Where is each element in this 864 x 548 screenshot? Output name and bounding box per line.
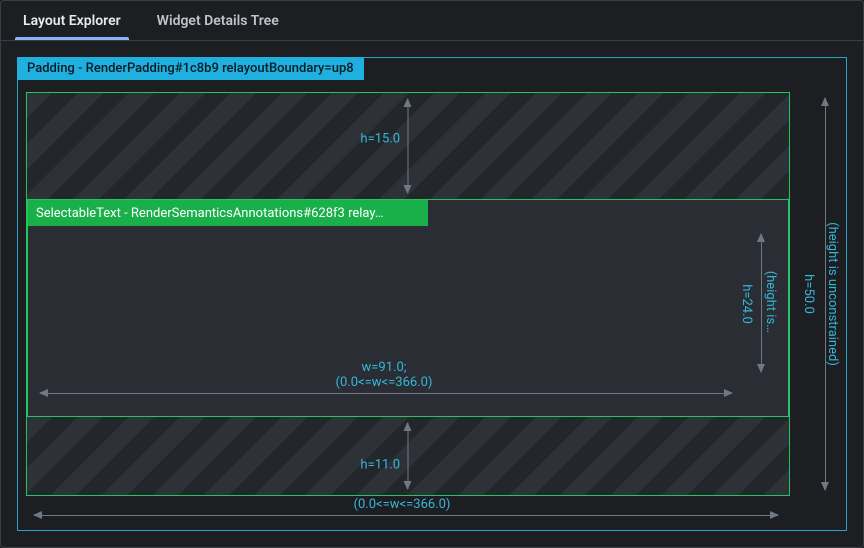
padding-frame[interactable]: h=15.0 h=11.0 SelectableText - RenderSem…	[26, 92, 790, 496]
padding-bottom-label: h=11.0	[360, 458, 400, 473]
outer-height-constraint: (height is unconstrained)	[825, 222, 840, 366]
child-width-label: w=91.0; (0.0<=w<=366.0)	[28, 360, 740, 390]
child-height-label: h=24.0	[739, 284, 754, 324]
child-height-arrow	[761, 234, 762, 372]
tab-layout-explorer[interactable]: Layout Explorer	[5, 1, 139, 40]
outer-render-box[interactable]: Padding - RenderPadding#1c8b9 relayoutBo…	[17, 57, 847, 531]
tab-widget-details-tree[interactable]: Widget Details Tree	[139, 1, 297, 40]
outer-body: h=15.0 h=11.0 SelectableText - RenderSem…	[26, 92, 790, 496]
child-height-constraint: (height is…	[763, 271, 778, 333]
child-render-box[interactable]: SelectableText - RenderSemanticsAnnotati…	[27, 199, 789, 417]
padding-top-arrow	[408, 99, 409, 193]
layout-explorer-panel: Layout Explorer Widget Details Tree Padd…	[0, 0, 864, 548]
padding-top-label: h=15.0	[360, 132, 400, 147]
outer-render-label[interactable]: Padding - RenderPadding#1c8b9 relayoutBo…	[17, 57, 364, 80]
outer-width-arrow	[34, 515, 778, 516]
child-width-arrow	[40, 393, 732, 394]
layout-canvas: Padding - RenderPadding#1c8b9 relayoutBo…	[9, 49, 855, 539]
child-render-label[interactable]: SelectableText - RenderSemanticsAnnotati…	[28, 200, 428, 226]
tab-label: Layout Explorer	[23, 13, 121, 29]
tab-label: Widget Details Tree	[157, 13, 279, 29]
padding-bottom-arrow	[408, 423, 409, 489]
outer-height-label: h=50.0	[801, 274, 816, 314]
tab-bar: Layout Explorer Widget Details Tree	[1, 1, 863, 41]
